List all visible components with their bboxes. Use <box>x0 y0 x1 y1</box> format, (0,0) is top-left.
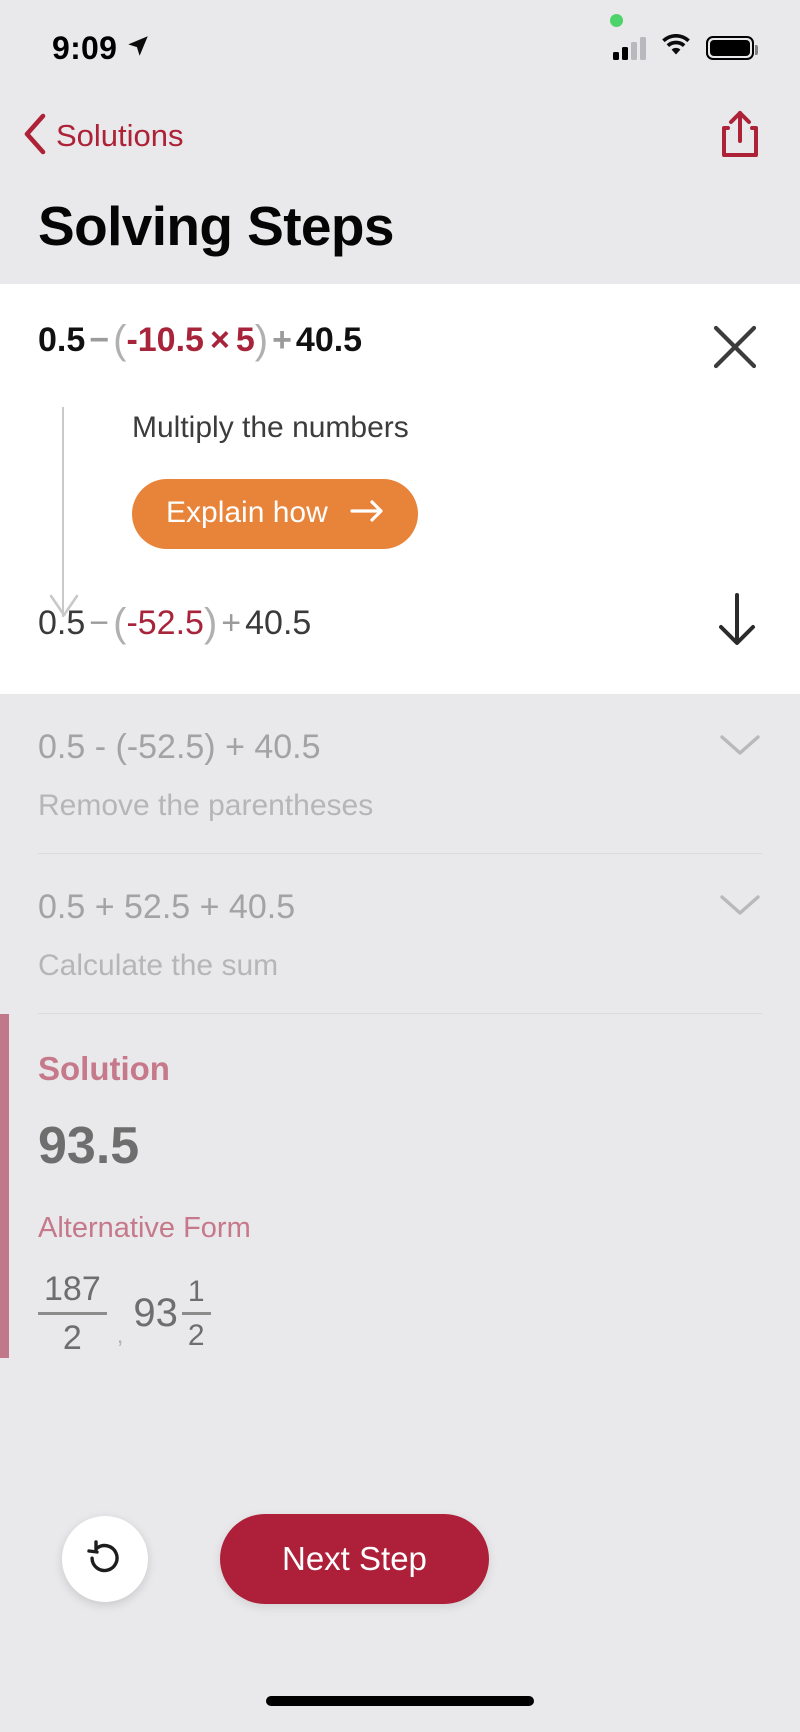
arrow-down-icon[interactable] <box>712 591 762 654</box>
expr-token: 40.5 <box>245 603 312 642</box>
arrow-right-icon <box>350 496 384 530</box>
close-x-icon[interactable] <box>708 320 762 379</box>
share-icon[interactable] <box>718 109 762 164</box>
expr-token: 5 <box>235 321 255 359</box>
chevron-left-icon <box>22 113 48 160</box>
expr-token: -52.5 <box>126 603 204 642</box>
fraction-numerator: 187 <box>44 1270 101 1308</box>
home-indicator <box>266 1696 534 1706</box>
back-button[interactable]: Solutions <box>22 113 184 160</box>
battery-icon <box>706 36 758 60</box>
wifi-icon <box>660 33 692 63</box>
undo-button[interactable] <box>62 1516 148 1602</box>
solution-title: Solution <box>38 1050 170 1087</box>
mixed-fraction: 1 2 <box>181 1274 211 1354</box>
next-step-button[interactable]: Next Step <box>220 1514 489 1604</box>
fraction-denominator: 2 <box>187 1319 205 1353</box>
expr-token: 40.5 <box>295 321 363 359</box>
expr-token: ) <box>254 318 269 362</box>
expr-token: ) <box>203 600 218 645</box>
improper-fraction: 187 2 <box>38 1269 107 1358</box>
explain-how-button[interactable]: Explain how <box>132 479 418 549</box>
alternative-form-label: Alternative Form <box>38 1212 251 1244</box>
explain-how-label: Explain how <box>166 496 328 529</box>
navigation-bar: Solutions <box>0 96 800 176</box>
undo-icon <box>85 1538 125 1581</box>
solution-value: 93.5 <box>38 1117 140 1175</box>
expr-token: − <box>89 321 110 359</box>
upcoming-step-expression: 0.5 - (-52.5) + 40.5 <box>38 728 321 766</box>
active-step-header: 0.5− (-10.5 × 5) +40.5 <box>38 318 762 379</box>
upcoming-step-description: Remove the parentheses <box>38 789 374 822</box>
cellular-signal-icon <box>613 36 646 60</box>
app-screen: 9:09 Solutions Solving Steps 0.5 − (-10.… <box>0 0 800 1732</box>
active-step-body: Multiply the numbers Explain how <box>38 407 762 617</box>
expr-token: + <box>221 603 242 642</box>
active-step-result-row: 0.5− (-52.5) +40.5 <box>38 591 762 654</box>
expr-token: ( <box>113 600 127 645</box>
expr-token: + <box>272 321 292 359</box>
green-status-dot <box>610 14 623 27</box>
mixed-whole: 93 <box>133 1291 178 1336</box>
expr-token: − <box>89 603 110 642</box>
arrow-down-long-icon <box>62 407 64 617</box>
upcoming-step[interactable]: 0.5 + 52.5 + 40.5 Calculate the sum <box>38 853 762 1013</box>
status-bar-time: 9:09 <box>52 29 118 66</box>
fraction-numerator: 1 <box>187 1274 205 1308</box>
expr-token: × <box>209 321 230 359</box>
status-bar-right <box>613 33 758 63</box>
expr-token: ( <box>113 318 127 362</box>
mixed-number: 93 1 2 <box>133 1274 211 1354</box>
alt-separator: , <box>116 1322 124 1350</box>
solution-accent-bar <box>0 1014 9 1359</box>
fraction-denominator: 2 <box>62 1319 82 1358</box>
chevron-down-icon[interactable] <box>718 732 762 763</box>
upcoming-step[interactable]: 0.5 - (-52.5) + 40.5 Remove the parenthe… <box>38 694 762 853</box>
location-arrow-icon <box>125 33 151 64</box>
bottom-action-bar: Next Step <box>0 1514 800 1604</box>
expr-token: 0.5 <box>38 321 86 359</box>
page-title: Solving Steps <box>38 195 394 257</box>
active-step-expression: 0.5− (-10.5 × 5) +40.5 <box>38 318 362 362</box>
active-step-card: 0.5− (-10.5 × 5) +40.5 Multiply the numbers … <box>0 284 800 694</box>
status-bar-left: 9:09 <box>52 30 151 67</box>
upcoming-steps-list: 0.5 - (-52.5) + 40.5 Remove the parenthe… <box>0 694 800 1013</box>
back-button-label: Solutions <box>56 118 184 153</box>
fraction-bar <box>181 1312 211 1316</box>
solution-panel: Solution 93.5 Alternative Form 187 2 , 9… <box>0 1013 762 1359</box>
alternative-form-values: 187 2 , 93 1 2 <box>38 1269 762 1358</box>
status-bar: 9:09 <box>0 0 800 96</box>
fraction-bar <box>38 1312 107 1316</box>
upcoming-step-description: Calculate the sum <box>38 949 279 982</box>
active-step-instruction: Multiply the numbers <box>132 411 409 444</box>
arrow-down-long-head-icon <box>48 593 80 624</box>
upcoming-step-expression: 0.5 + 52.5 + 40.5 <box>38 888 296 926</box>
chevron-down-icon[interactable] <box>718 892 762 923</box>
expr-token: -10.5 <box>126 321 204 359</box>
